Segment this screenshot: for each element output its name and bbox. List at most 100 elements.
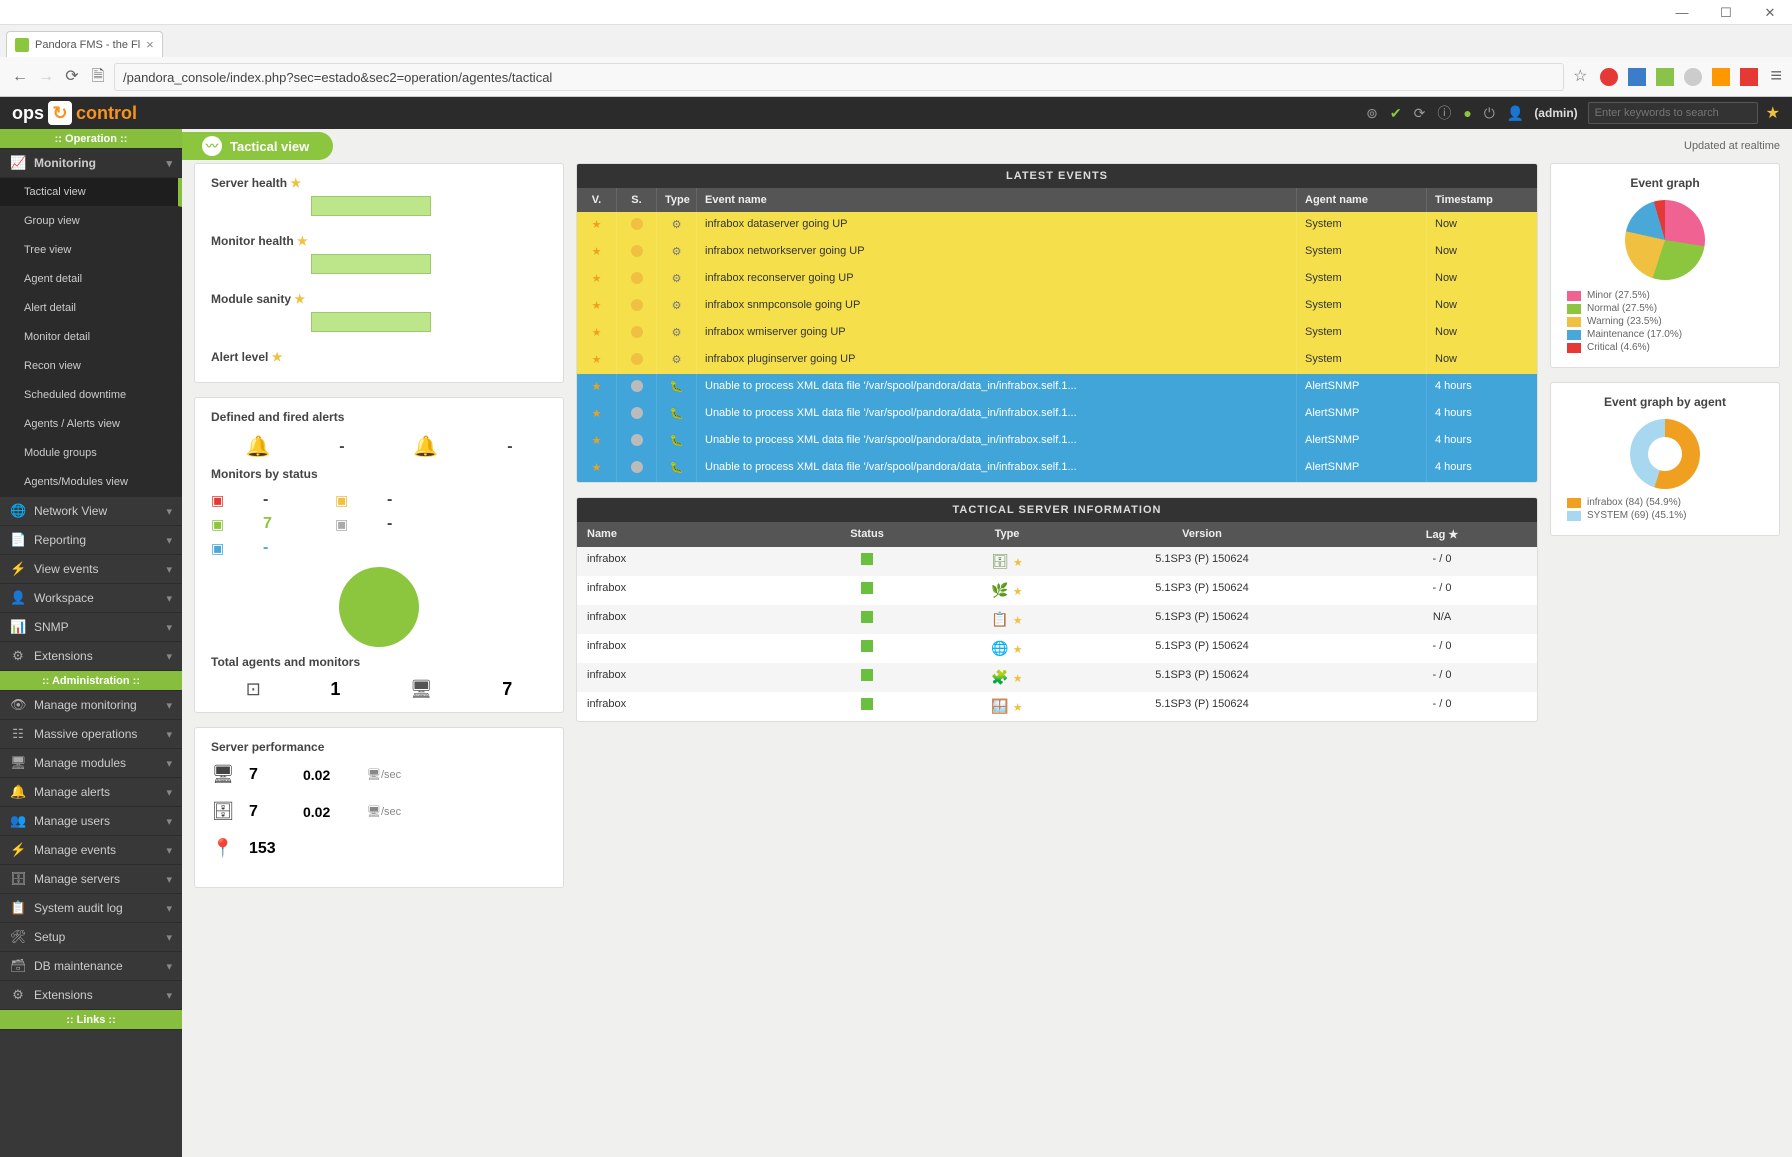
- sidebar-item[interactable]: 👤Workspace▾: [0, 584, 182, 613]
- event-row[interactable]: ★⚙infrabox dataserver going UPSystemNow: [577, 212, 1537, 239]
- window-min-icon[interactable]: —: [1660, 0, 1704, 24]
- chevron-down-icon: ▾: [166, 844, 172, 857]
- sidebar-sub-item[interactable]: Agents/Modules view: [0, 468, 182, 497]
- chrome-menu-icon[interactable]: ≡: [1770, 65, 1782, 88]
- sidebar-sub-item[interactable]: Monitor detail: [0, 323, 182, 352]
- sidebar-item-monitoring[interactable]: 📈 Monitoring ▾: [0, 149, 182, 178]
- ext-adblock-icon[interactable]: [1600, 68, 1618, 86]
- sidebar-item[interactable]: 👁Manage monitoring▾: [0, 691, 182, 720]
- check-icon[interactable]: ✔: [1390, 105, 1402, 122]
- brand[interactable]: ops ↻ control: [12, 101, 137, 125]
- sidebar-item[interactable]: ⚙Extensions▾: [0, 642, 182, 671]
- reload-icon[interactable]: ⟳: [62, 67, 82, 87]
- ext-6-icon[interactable]: [1740, 68, 1758, 86]
- sidebar-item-icon: 🗄: [10, 871, 26, 887]
- power-icon[interactable]: ⏻: [1484, 105, 1495, 122]
- ext-2-icon[interactable]: [1628, 68, 1646, 86]
- sidebar-sub-item[interactable]: Group view: [0, 207, 182, 236]
- validate-star-icon[interactable]: ★: [592, 435, 602, 447]
- sidebar-sub-item[interactable]: Scheduled downtime: [0, 381, 182, 410]
- sidebar-item[interactable]: 🌐Network View▾: [0, 497, 182, 526]
- sidebar-sub-item[interactable]: Alert detail: [0, 294, 182, 323]
- window-close-icon[interactable]: ✕: [1748, 0, 1792, 24]
- tab-close-icon[interactable]: ×: [146, 37, 154, 52]
- event-row[interactable]: ★⚙infrabox networkserver going UPSystemN…: [577, 239, 1537, 266]
- sidebar-sub-item[interactable]: Module groups: [0, 439, 182, 468]
- sidebar-item[interactable]: ⚡Manage events▾: [0, 836, 182, 865]
- sidebar-item[interactable]: 🗄Manage servers▾: [0, 865, 182, 894]
- browser-tab[interactable]: Pandora FMS - the Fl ×: [6, 31, 163, 57]
- search-input[interactable]: [1588, 102, 1758, 124]
- status-icon[interactable]: ●: [1463, 105, 1471, 121]
- sidebar-item-icon: 🖥: [10, 755, 26, 771]
- sidebar-item[interactable]: 🖥Manage modules▾: [0, 749, 182, 778]
- sidebar-item[interactable]: 📄Reporting▾: [0, 526, 182, 555]
- help-icon[interactable]: ⊚: [1366, 105, 1378, 122]
- event-row[interactable]: ★⚙infrabox snmpconsole going UPSystemNow: [577, 293, 1537, 320]
- current-user[interactable]: (admin): [1534, 106, 1577, 120]
- event-row[interactable]: ★🐛Unable to process XML data file '/var/…: [577, 401, 1537, 428]
- sidebar-item[interactable]: ☷Massive operations▾: [0, 720, 182, 749]
- legend-swatch-icon: [1567, 343, 1581, 353]
- sidebar-item-icon: 🗃: [10, 958, 26, 974]
- window-max-icon[interactable]: ☐: [1704, 0, 1748, 24]
- sidebar-sub-item[interactable]: Tactical view: [0, 178, 182, 207]
- server-row[interactable]: infrabox🌐★5.1SP3 (P) 150624- / 0: [577, 634, 1537, 663]
- sidebar-sub-item[interactable]: Recon view: [0, 352, 182, 381]
- validate-star-icon[interactable]: ★: [592, 273, 602, 285]
- sidebar-item[interactable]: 👥Manage users▾: [0, 807, 182, 836]
- sidebar-sub-item[interactable]: Tree view: [0, 236, 182, 265]
- sidebar-item-icon: ⚙: [10, 648, 26, 664]
- validate-star-icon[interactable]: ★: [592, 462, 602, 474]
- ext-5-icon[interactable]: [1712, 68, 1730, 86]
- user-icon[interactable]: 👤: [1507, 105, 1524, 122]
- event-row[interactable]: ★⚙infrabox pluginserver going UPSystemNo…: [577, 347, 1537, 374]
- server-row[interactable]: infrabox🗄★5.1SP3 (P) 150624- / 0: [577, 547, 1537, 576]
- sidebar-item[interactable]: 🗃DB maintenance▾: [0, 952, 182, 981]
- server-row[interactable]: infrabox🌿★5.1SP3 (P) 150624- / 0: [577, 576, 1537, 605]
- server-row[interactable]: infrabox🪟★5.1SP3 (P) 150624- / 0: [577, 692, 1537, 721]
- sidebar-item[interactable]: 📋System audit log▾: [0, 894, 182, 923]
- sidebar-sub-item[interactable]: Agent detail: [0, 265, 182, 294]
- bookmark-star-icon[interactable]: ☆: [1570, 67, 1590, 87]
- sidebar-item-icon: 📄: [10, 532, 26, 548]
- sidebar-sub-item[interactable]: Agents / Alerts view: [0, 410, 182, 439]
- status-warning-icon: ▣: [335, 492, 375, 509]
- validate-star-icon[interactable]: ★: [592, 300, 602, 312]
- event-row[interactable]: ★🐛Unable to process XML data file '/var/…: [577, 428, 1537, 455]
- sidebar-item-icon: 👤: [10, 590, 26, 606]
- validate-star-icon[interactable]: ★: [592, 381, 602, 393]
- legend-item: SYSTEM (69) (45.1%): [1567, 510, 1763, 521]
- event-row[interactable]: ★⚙infrabox reconserver going UPSystemNow: [577, 266, 1537, 293]
- chevron-down-icon: ▾: [166, 505, 172, 518]
- validate-star-icon[interactable]: ★: [592, 408, 602, 420]
- sidebar-item[interactable]: 🔔Manage alerts▾: [0, 778, 182, 807]
- server-type-icon: 🌐: [991, 640, 1008, 656]
- ext-3-icon[interactable]: [1656, 68, 1674, 86]
- ext-4-icon[interactable]: [1684, 68, 1702, 86]
- sidebar: :: Operation :: 📈 Monitoring ▾ Tactical …: [0, 129, 182, 1157]
- validate-star-icon[interactable]: ★: [592, 327, 602, 339]
- event-row[interactable]: ★🐛Unable to process XML data file '/var/…: [577, 374, 1537, 401]
- refresh-icon[interactable]: ⟳: [1414, 105, 1426, 122]
- url-field[interactable]: /pandora_console/index.php?sec=estado&se…: [114, 63, 1564, 91]
- sidebar-item[interactable]: ⚡View events▾: [0, 555, 182, 584]
- back-icon[interactable]: ←: [10, 67, 30, 87]
- validate-star-icon[interactable]: ★: [592, 354, 602, 366]
- event-row[interactable]: ★🐛Unable to process XML data file '/var/…: [577, 455, 1537, 482]
- sidebar-item[interactable]: 📊SNMP▾: [0, 613, 182, 642]
- validate-star-icon[interactable]: ★: [592, 219, 602, 231]
- monitoring-icon: 📈: [10, 155, 26, 171]
- forward-icon[interactable]: →: [36, 67, 56, 87]
- info-icon[interactable]: ⓘ: [1437, 103, 1451, 123]
- status-critical-icon: ▣: [211, 492, 251, 509]
- sidebar-item[interactable]: ⚙Extensions▾: [0, 981, 182, 1010]
- sidebar-item[interactable]: 🛠Setup▾: [0, 923, 182, 952]
- server-row[interactable]: infrabox📋★5.1SP3 (P) 150624N/A: [577, 605, 1537, 634]
- latest-events-card: LATEST EVENTS V. S. Type Event name Agen…: [576, 163, 1538, 483]
- server-row[interactable]: infrabox🧩★5.1SP3 (P) 150624- / 0: [577, 663, 1537, 692]
- validate-star-icon[interactable]: ★: [592, 246, 602, 258]
- app-header: ops ↻ control ⊚ ✔ ⟳ ⓘ ● ⏻ 👤 (admin) ★: [0, 97, 1792, 129]
- fav-star-icon[interactable]: ★: [1766, 103, 1780, 123]
- event-row[interactable]: ★⚙infrabox wmiserver going UPSystemNow: [577, 320, 1537, 347]
